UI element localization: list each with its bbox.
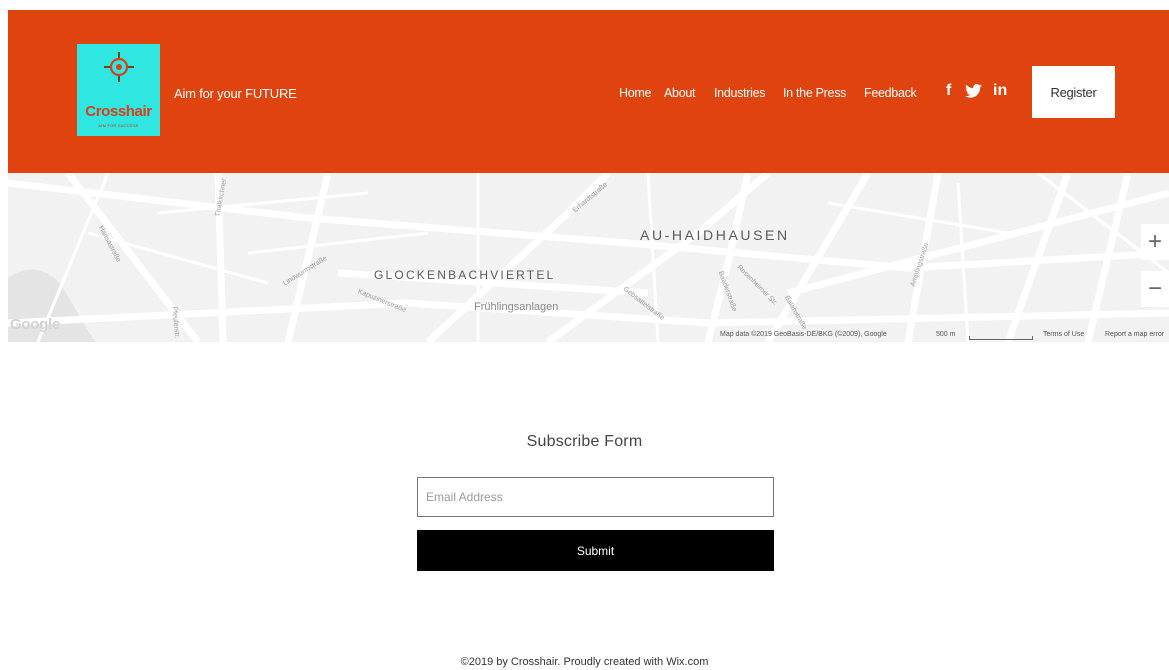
zoom-out-button[interactable]: − bbox=[1141, 271, 1169, 307]
terms-of-use-link[interactable]: Terms of Use bbox=[1043, 331, 1084, 338]
district-label: AU-HAIDHAUSEN bbox=[640, 227, 790, 243]
district-label: GLOCKENBACHVIERTEL bbox=[374, 268, 556, 282]
nav-industries[interactable]: Industries bbox=[714, 86, 766, 100]
crosshair-logo[interactable]: Crosshair AIM FOR SUCCESS bbox=[77, 44, 160, 136]
map-scale-bar bbox=[969, 336, 1033, 340]
map-scale-label: 500 m bbox=[936, 331, 956, 338]
subscribe-form-title: Subscribe Form bbox=[526, 433, 643, 450]
site-tagline: Aim for your FUTURE bbox=[174, 86, 297, 101]
nav-in-the-press[interactable]: In the Press bbox=[783, 86, 846, 100]
google-logo: Google bbox=[10, 316, 60, 333]
park-label: Frühlingsanlagen bbox=[474, 301, 559, 313]
linkedin-icon[interactable]: in bbox=[993, 81, 1007, 101]
twitter-icon[interactable] bbox=[965, 81, 982, 104]
email-field[interactable] bbox=[417, 477, 774, 517]
nav-about[interactable]: About bbox=[664, 86, 695, 100]
submit-button[interactable]: Submit bbox=[417, 530, 774, 571]
zoom-in-button[interactable]: + bbox=[1141, 224, 1169, 260]
map-widget[interactable]: AU-HAIDHAUSEN GLOCKENBACHVIERTEL Frühlin… bbox=[8, 173, 1169, 342]
crosshair-icon bbox=[104, 52, 134, 82]
logo-subtitle: AIM FOR SUCCESS bbox=[98, 123, 139, 128]
nav-feedback[interactable]: Feedback bbox=[864, 86, 917, 100]
register-button[interactable]: Register bbox=[1032, 66, 1115, 118]
report-map-error-link[interactable]: Report a map error bbox=[1105, 331, 1164, 338]
nav-home[interactable]: Home bbox=[619, 86, 651, 100]
footer-copyright: ©2019 by Crosshair. Proudly created with… bbox=[460, 656, 709, 668]
logo-wordmark: Crosshair bbox=[85, 103, 152, 120]
site-header: Crosshair AIM FOR SUCCESS Aim for your F… bbox=[8, 10, 1169, 173]
map-attribution: Map data ©2019 GeoBasis-DE/BKG (©2009), … bbox=[720, 331, 887, 338]
facebook-icon[interactable]: f bbox=[946, 81, 951, 101]
